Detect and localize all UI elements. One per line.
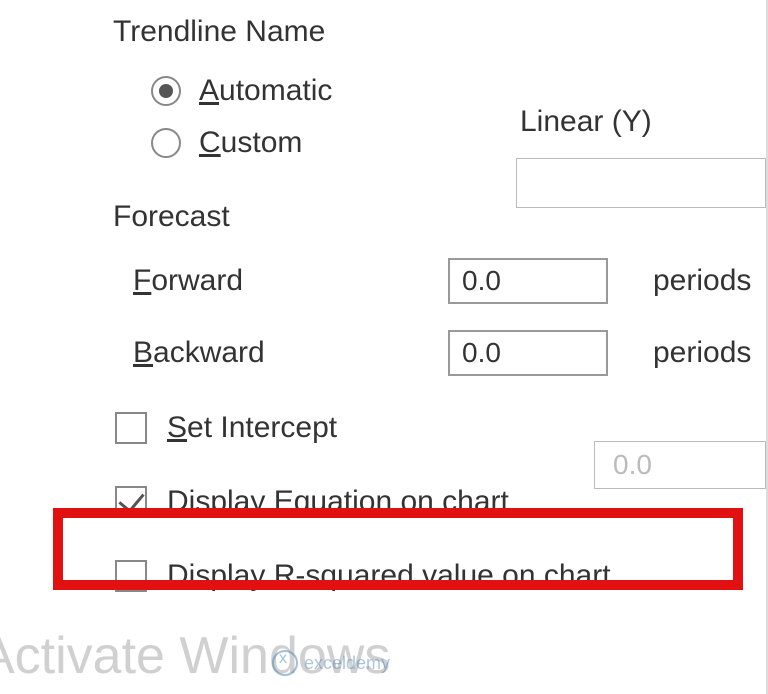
forward-row: Forward 0.0 periods xyxy=(133,256,768,306)
radio-custom[interactable]: Custom xyxy=(151,126,768,160)
backward-label: Backward xyxy=(133,336,265,370)
backward-row: Backward 0.0 periods xyxy=(133,328,768,378)
forward-input[interactable]: 0.0 xyxy=(448,258,608,304)
set-intercept-label: Set Intercept xyxy=(167,411,337,445)
radio-icon xyxy=(151,76,181,106)
intercept-input: 0.0 xyxy=(594,441,766,489)
display-rsquared-row[interactable]: Display R-squared value on chart xyxy=(115,548,768,604)
backward-input[interactable]: 0.0 xyxy=(448,330,608,376)
custom-name-input[interactable] xyxy=(516,158,766,208)
radio-automatic[interactable]: Automatic xyxy=(151,74,768,108)
radio-icon xyxy=(151,128,181,158)
display-equation-label: Display Equation on chart xyxy=(167,485,509,519)
format-trendline-panel: Trendline Name Automatic Custom Linear (… xyxy=(0,0,768,694)
forward-unit: periods xyxy=(653,264,751,298)
checkbox-icon xyxy=(115,560,147,592)
forward-label: Forward xyxy=(133,264,243,298)
backward-unit: periods xyxy=(653,336,751,370)
checkbox-icon xyxy=(115,486,147,518)
trendline-name-title: Trendline Name xyxy=(113,15,768,49)
trendline-name-display: Linear (Y) xyxy=(520,105,652,139)
custom-label: Custom xyxy=(199,126,302,160)
display-rsquared-label: Display R-squared value on chart xyxy=(167,559,611,593)
automatic-label: Automatic xyxy=(199,74,332,108)
check-icon xyxy=(118,485,144,512)
checkbox-icon xyxy=(115,412,147,444)
